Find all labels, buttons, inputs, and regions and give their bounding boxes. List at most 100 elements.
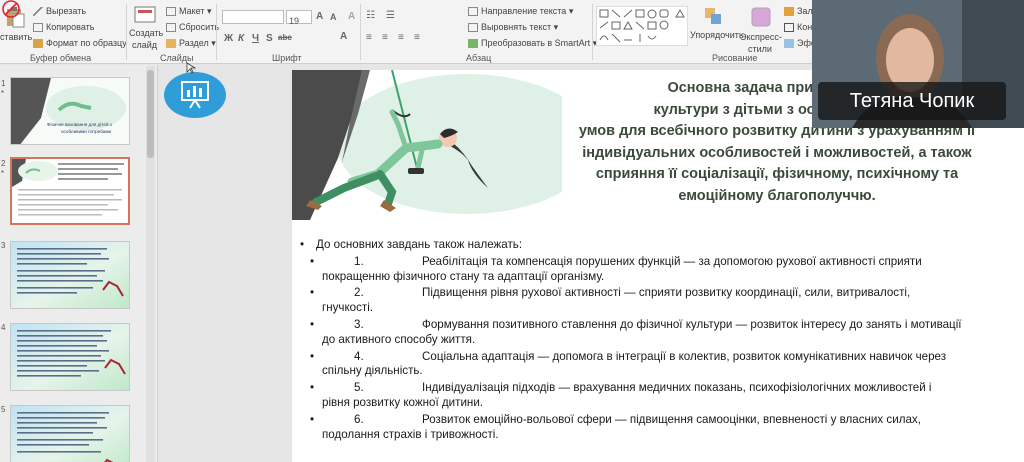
section-button[interactable]: Раздел ▾ [166, 38, 216, 49]
slide-canvas[interactable]: Основна задача при проведен культури з д… [292, 70, 1024, 462]
bullet-icon: • [310, 254, 315, 268]
grow-font-icon[interactable]: A [316, 11, 323, 22]
thumbnails-scrollbar[interactable] [146, 66, 155, 462]
format-painter-label: Формат по образцу [46, 38, 127, 48]
list-intro-text: До основних завдань також належать: [316, 238, 523, 251]
bullet-icon: • [310, 381, 315, 395]
shape-outline-button[interactable]: Кон [784, 22, 812, 33]
reset-button[interactable]: Сбросить [166, 22, 219, 33]
slide-thumbnail-3[interactable] [10, 241, 130, 309]
mouse-cursor-icon [186, 62, 196, 74]
layout-button[interactable]: Макет ▾ [166, 6, 212, 17]
item-text-cont: рівня розвитку кожної дитини. [322, 395, 484, 409]
arrange-icon [705, 8, 721, 24]
thumbnail-number: 4 [1, 323, 6, 332]
thumbnail-graphic [17, 248, 124, 297]
layout-icon [166, 7, 176, 17]
thumbnail-number: 1 [1, 79, 6, 88]
copy-icon [33, 23, 43, 33]
effects-icon [784, 39, 794, 49]
smartart-button[interactable]: Преобразовать в SmartArt ▾ [468, 38, 597, 49]
quick-styles-icon [751, 7, 771, 27]
ribbon-separator [126, 4, 127, 60]
align-left-icon[interactable]: ≡ [366, 32, 372, 43]
shapes-gallery[interactable] [596, 6, 688, 46]
scissors-icon [33, 7, 43, 17]
thumbnail-graphic [11, 78, 126, 144]
justify-icon[interactable]: ≡ [414, 32, 420, 43]
font-size-value: 19 [289, 16, 300, 26]
text-direction-label: Направление текста [481, 6, 567, 16]
list-item: • 5. Індивідуалізація підходів — врахуванн… [296, 381, 1016, 411]
ribbon-separator [592, 4, 593, 60]
item-number: 3. [354, 317, 364, 331]
item-text-cont: покращенню фізичного стану та адаптації … [322, 269, 605, 283]
title-line: сприяння її соціалізації, фізичному, пси… [595, 166, 959, 182]
strike-abc-button[interactable]: abc [278, 33, 292, 42]
bullet-icon: • [300, 238, 305, 251]
new-slide-label-2: слайд [132, 40, 158, 50]
align-text-button[interactable]: Выровнять текст ▾ [468, 22, 558, 33]
list-item: • 3. Формування позитивного ставлення до ф… [296, 318, 1016, 348]
fill-icon [784, 7, 794, 17]
format-painter-button[interactable]: Формат по образцу [33, 38, 127, 49]
section-icon [166, 39, 176, 49]
thumbnail-graphic [12, 159, 124, 216]
slide-thumbnails-pane: 1 * Фізичне виховання для дітей з особли… [0, 65, 158, 462]
quick-styles-button[interactable]: Экспресс- стили [740, 4, 782, 54]
slide-thumbnail-5[interactable] [10, 405, 130, 462]
slide-thumbnail-4[interactable] [10, 323, 130, 391]
shrink-font-icon[interactable]: A [330, 12, 337, 22]
cut-button[interactable]: Вырезать [33, 6, 87, 17]
font-name-input[interactable] [222, 10, 284, 24]
align-center-icon[interactable]: ≡ [382, 32, 388, 43]
item-number: 1. [354, 254, 364, 268]
quick-styles-label-1: Экспресс- [740, 32, 782, 42]
thumbnail-title-2: особливими потребами [61, 129, 112, 134]
thumbnail-graphic [17, 412, 114, 462]
copy-label: Копировать [46, 22, 95, 32]
list-item: • 2. Підвищення рівня рухової активності —… [296, 286, 1016, 316]
thumbnail-title-1: Фізичне виховання для дітей з [47, 122, 112, 127]
cut-label: Вырезать [46, 6, 87, 16]
bullets-icon[interactable]: ☷ [366, 10, 375, 21]
ribbon-separator [360, 4, 361, 60]
ribbon-separator [216, 4, 217, 60]
text-direction-button[interactable]: Направление текста ▾ [468, 6, 573, 17]
clear-format-icon[interactable]: A [348, 11, 355, 22]
section-label: Раздел [179, 38, 209, 48]
item-text-cont: спільну діяльність. [322, 364, 423, 378]
climber-illustration [292, 70, 562, 220]
new-slide-icon [134, 6, 156, 23]
presentation-logo [164, 72, 226, 118]
strikethrough-button[interactable]: S [266, 33, 273, 44]
underline-button[interactable]: Ч [252, 33, 259, 44]
copy-button[interactable]: Копировать [33, 22, 95, 33]
arrange-label: Упорядочить [690, 30, 744, 40]
scrollbar-thumb[interactable] [147, 70, 154, 158]
thumbnail-graphic [17, 330, 126, 377]
smartart-label: Преобразовать в SmartArt [481, 38, 591, 48]
font-size-input[interactable]: 19 [286, 10, 312, 26]
text-direction-icon [468, 7, 478, 17]
slide-thumbnail-2[interactable] [10, 157, 130, 225]
bullet-icon: • [310, 317, 315, 331]
thumbnail-number: 5 [1, 405, 6, 414]
font-color-button[interactable]: A [340, 31, 347, 42]
arrange-button[interactable]: Упорядочить [690, 4, 744, 50]
align-right-icon[interactable]: ≡ [398, 32, 404, 43]
align-text-icon [468, 23, 478, 33]
item-number: 6. [354, 412, 364, 426]
bullet-icon: • [310, 286, 315, 300]
numbering-icon[interactable]: ☰ [386, 10, 395, 21]
paragraph-group-label: Абзац [466, 53, 492, 63]
shape-fill-label: Зал [797, 6, 813, 16]
slide-thumbnail-1[interactable]: Фізичне виховання для дітей з особливими… [10, 77, 130, 145]
item-text: Індивідуалізація підходів — врахування м… [422, 381, 932, 395]
presentation-board-icon [181, 81, 209, 109]
italic-button[interactable]: К [238, 33, 244, 44]
new-slide-button[interactable]: Создать слайд [128, 4, 163, 50]
bold-button[interactable]: Ж [224, 33, 233, 44]
shape-fill-button[interactable]: Зал [784, 6, 813, 17]
list-intro: • До основних завдань також належать: [296, 238, 1016, 253]
